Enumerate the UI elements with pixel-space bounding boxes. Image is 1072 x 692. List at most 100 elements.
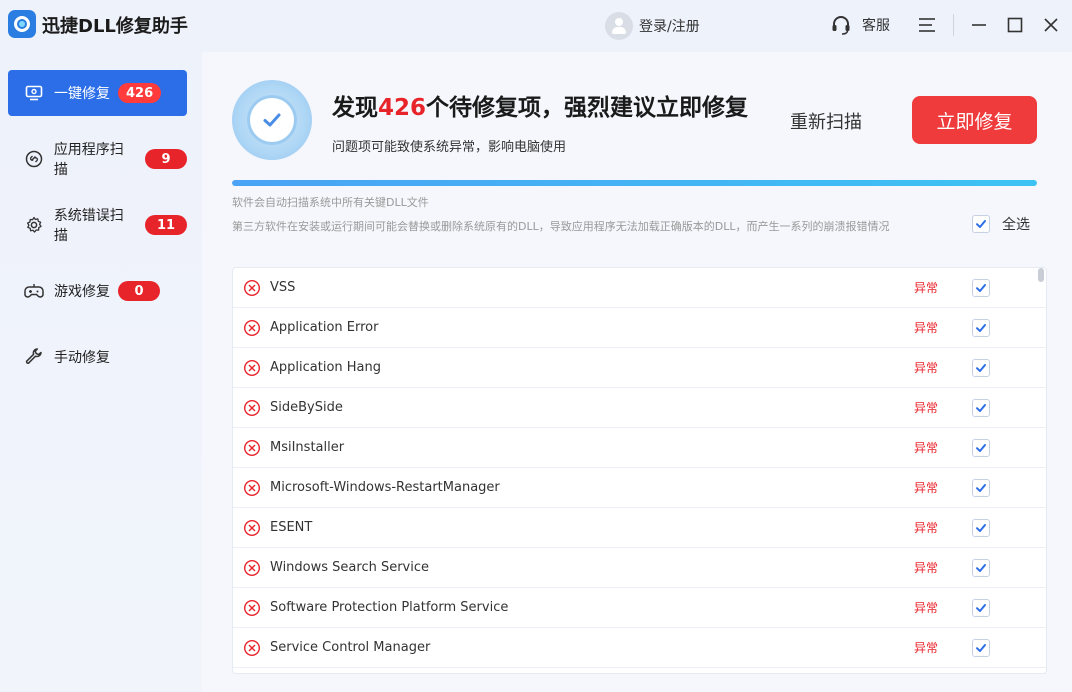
table-row[interactable]: MsiInstaller 异常 [233, 428, 1046, 468]
scan-result-badge [232, 80, 312, 160]
title-divider [953, 14, 954, 36]
rescan-button[interactable]: 重新扫描 [790, 108, 862, 134]
checkmark-icon [976, 284, 986, 292]
issue-list: VSS 异常 Application Error 异常 Application Hang… [232, 267, 1047, 674]
maximize-button[interactable] [1002, 12, 1028, 38]
minimize-icon [972, 24, 986, 26]
gamepad-icon [24, 281, 44, 301]
service-label: 客服 [862, 18, 890, 34]
issue-status: 异常 [914, 361, 939, 375]
table-row[interactable]: Application Error 异常 [233, 308, 1046, 348]
issue-name: Windows Search Service [270, 560, 430, 575]
issue-name: ESENT [270, 520, 313, 535]
error-icon [243, 559, 261, 577]
select-all-label: 全选 [1002, 217, 1030, 233]
login-button[interactable]: 登录/注册 [605, 12, 700, 40]
issue-checkbox[interactable] [972, 519, 990, 537]
error-icon [243, 439, 261, 457]
link-icon [24, 149, 44, 169]
error-icon [243, 639, 261, 657]
issue-checkbox[interactable] [972, 359, 990, 377]
table-row[interactable]: Service Control Manager 异常 [233, 628, 1046, 668]
checkmark-icon [976, 484, 986, 492]
count-badge: 9 [145, 149, 187, 169]
maximize-icon [1007, 17, 1023, 33]
menu-icon [919, 18, 935, 32]
checkmark-icon [976, 324, 986, 332]
title-bar: 迅捷DLL修复助手 登录/注册 客服 [0, 0, 1072, 52]
error-icon [243, 399, 261, 417]
close-button[interactable] [1038, 12, 1064, 38]
checkmark-icon [976, 444, 986, 452]
scan-note: 软件会自动扫描系统中所有关键DLL文件 [232, 196, 429, 209]
issue-checkbox[interactable] [972, 439, 990, 457]
issue-name: Application Hang [270, 360, 382, 375]
customer-service-button[interactable]: 客服 [830, 14, 890, 36]
checkmark-icon [976, 564, 986, 572]
table-row[interactable]: ESENT 异常 [233, 508, 1046, 548]
sidebar-item-game-repair[interactable]: 游戏修复 0 [8, 268, 187, 314]
issue-count: 426 [378, 95, 427, 121]
table-row[interactable]: SideBySide 异常 [233, 388, 1046, 428]
sidebar-item-one-click-repair[interactable]: 一键修复 426 [8, 70, 187, 116]
sidebar-item-system-error-scan[interactable]: 系统错误扫描 11 [8, 202, 187, 248]
table-row[interactable]: Application Hang 异常 [233, 348, 1046, 388]
count-badge: 426 [118, 83, 162, 103]
issue-checkbox[interactable] [972, 639, 990, 657]
app-title: 迅捷DLL修复助手 [42, 16, 188, 37]
issue-checkbox[interactable] [972, 479, 990, 497]
issue-status: 异常 [914, 561, 939, 575]
scrollbar-thumb[interactable] [1038, 268, 1044, 282]
gear-icon [24, 215, 44, 235]
issue-checkbox[interactable] [972, 279, 990, 297]
sidebar-item-label: 手动修复 [54, 350, 110, 366]
issue-status: 异常 [914, 521, 939, 535]
issue-status: 异常 [914, 321, 939, 335]
close-icon [1044, 18, 1058, 32]
select-all-toggle[interactable]: 全选 [972, 214, 1030, 234]
main-panel: 发现426个待修复项，强烈建议立即修复 问题项可能致使系统异常，影响电脑使用 重… [202, 52, 1072, 692]
checkmark-icon [976, 404, 986, 412]
issue-status: 异常 [914, 481, 939, 495]
page-subtitle: 问题项可能致使系统异常，影响电脑使用 [332, 140, 567, 155]
sidebar-item-label: 游戏修复 [54, 284, 110, 300]
table-row[interactable]: Software Protection Platform Service 异常 [233, 588, 1046, 628]
headline-suffix: 个待修复项，强烈建议立即修复 [426, 95, 749, 121]
fix-now-button[interactable]: 立即修复 [912, 96, 1037, 144]
minimize-button[interactable] [966, 12, 992, 38]
issue-checkbox[interactable] [972, 399, 990, 417]
error-icon [243, 599, 261, 617]
app-logo-icon [8, 10, 36, 38]
avatar-icon [605, 12, 633, 40]
issue-checkbox[interactable] [972, 559, 990, 577]
issue-name: SideBySide [270, 400, 343, 415]
error-icon [243, 519, 261, 537]
menu-button[interactable] [914, 12, 940, 38]
error-icon [243, 479, 261, 497]
issue-name: Application Error [270, 320, 379, 335]
dll-warning-note: 第三方软件在安装或运行期间可能会替换或删除系统原有的DLL，导致应用程序无法加载… [232, 220, 890, 233]
checkmark-icon [976, 644, 986, 652]
issue-status: 异常 [914, 441, 939, 455]
error-icon [243, 279, 261, 297]
checkmark-icon [976, 604, 986, 612]
checkmark-icon [976, 364, 986, 372]
sidebar-item-manual-repair[interactable]: 手动修复 [8, 334, 187, 380]
issue-checkbox[interactable] [972, 319, 990, 337]
select-all-checkbox[interactable] [972, 215, 990, 233]
sidebar-item-app-scan[interactable]: 应用程序扫描 9 [8, 136, 187, 182]
issue-name: VSS [270, 280, 296, 295]
table-row[interactable]: VSS 异常 [233, 268, 1046, 308]
table-row[interactable]: Windows Search Service 异常 [233, 548, 1046, 588]
issue-name: Software Protection Platform Service [270, 600, 509, 615]
scan-progress-bar [232, 180, 1037, 186]
issue-status: 异常 [914, 601, 939, 615]
sidebar-item-label: 系统错误扫描 [53, 208, 124, 244]
sidebar: 一键修复 426 应用程序扫描 9 系统错误扫描 11 游戏修复 0 手动修复 [0, 52, 202, 692]
checkmark-icon [263, 113, 281, 127]
wrench-icon [24, 347, 44, 367]
issue-checkbox[interactable] [972, 599, 990, 617]
issue-name: MsiInstaller [270, 440, 345, 455]
table-row[interactable]: Microsoft-Windows-RestartManager 异常 [233, 468, 1046, 508]
issue-name: Service Control Manager [270, 640, 431, 655]
